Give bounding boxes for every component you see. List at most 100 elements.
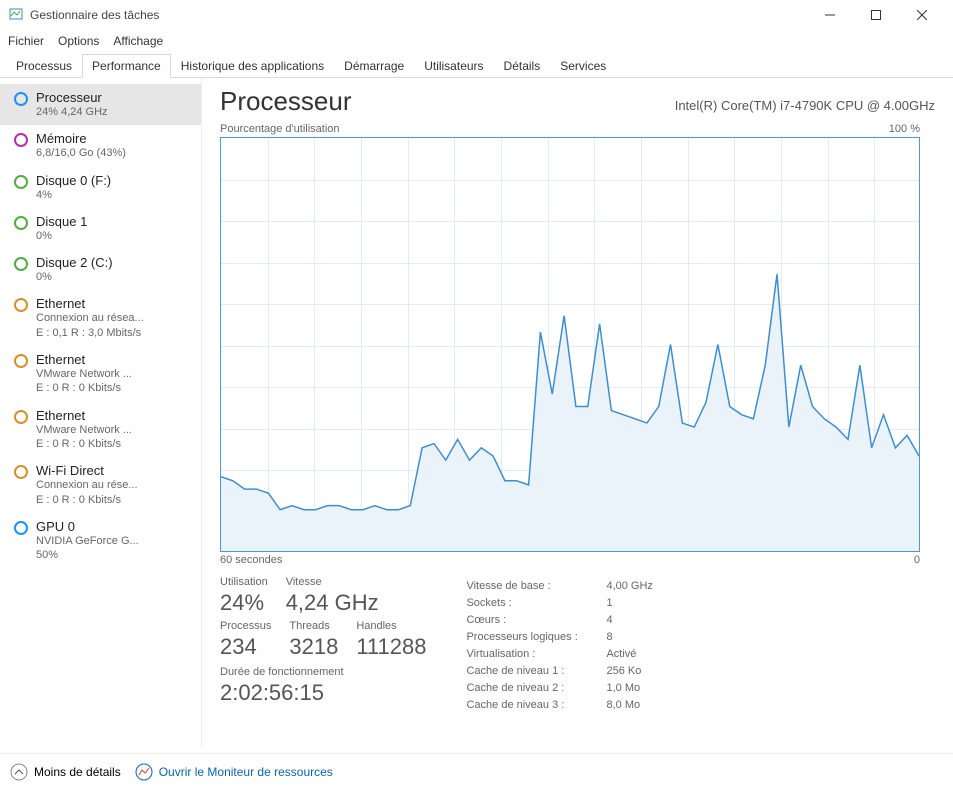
sidebar-item-title: Disque 0 (F:) — [36, 173, 193, 188]
tab-services[interactable]: Services — [550, 54, 616, 78]
stat-threads-label: Threads — [289, 620, 338, 632]
chart-label-bottom-right: 0 — [914, 554, 920, 566]
sidebar-item-sub1: 4% — [36, 188, 193, 202]
menubar: Fichier Options Affichage — [0, 30, 953, 52]
detail-logical-val: 8 — [606, 629, 612, 646]
detail-l1-val: 256 Ko — [606, 663, 641, 680]
menu-view[interactable]: Affichage — [113, 34, 163, 48]
detail-l1-key: Cache de niveau 1 : — [466, 663, 606, 680]
sidebar-item[interactable]: Disque 0 (F:) 4% — [0, 167, 201, 208]
open-resmon-label: Ouvrir le Moniteur de ressources — [159, 765, 333, 779]
ring-icon — [12, 90, 30, 108]
detail-virt-val: Activé — [606, 646, 636, 663]
chart-label-bottom-left: 60 secondes — [220, 554, 282, 566]
stat-threads-value: 3218 — [289, 634, 338, 660]
stats-primary: Utilisation24% Vitesse4,24 GHz Processus… — [220, 576, 426, 714]
detail-logical-key: Processeurs logiques : — [466, 629, 606, 646]
sidebar-item-sub1: Connexion au rése... — [36, 478, 193, 492]
ring-icon — [12, 131, 30, 149]
sidebar-item-sub1: VMware Network ... — [36, 423, 193, 437]
page-title: Processeur — [220, 86, 352, 117]
stat-utilisation-label: Utilisation — [220, 576, 268, 588]
maximize-button[interactable] — [853, 0, 899, 30]
ring-icon — [12, 352, 30, 370]
window-title: Gestionnaire des tâches — [30, 8, 159, 22]
chart-label-top-right: 100 % — [889, 123, 920, 135]
sidebar-item-title: Wi-Fi Direct — [36, 463, 193, 478]
sidebar-item-sub1: 6,8/16,0 Go (43%) — [36, 146, 193, 160]
stat-uptime-label: Durée de fonctionnement — [220, 666, 426, 678]
sidebar-item-sub2: E : 0,1 R : 3,0 Mbits/s — [36, 326, 193, 340]
sidebar-item-sub2: E : 0 R : 0 Kbits/s — [36, 437, 193, 451]
app-icon — [8, 7, 24, 23]
tabs: Processus Performance Historique des app… — [0, 52, 953, 78]
sidebar-item-sub1: Connexion au résea... — [36, 311, 193, 325]
minimize-button[interactable] — [807, 0, 853, 30]
ring-icon — [12, 519, 30, 537]
stat-utilisation-value: 24% — [220, 590, 268, 616]
sidebar-item-sub1: 0% — [36, 270, 193, 284]
sidebar-item[interactable]: Ethernet VMware Network ... E : 0 R : 0 … — [0, 402, 201, 458]
sidebar-item-sub2: E : 0 R : 0 Kbits/s — [36, 493, 193, 507]
sidebar-item-title: Mémoire — [36, 131, 193, 146]
chart-label-top-left: Pourcentage d'utilisation — [220, 123, 340, 135]
ring-icon — [12, 296, 30, 314]
detail-l2-val: 1,0 Mo — [606, 680, 640, 697]
sidebar-item[interactable]: Disque 1 0% — [0, 208, 201, 249]
sidebar-item-title: Ethernet — [36, 352, 193, 367]
close-button[interactable] — [899, 0, 945, 30]
stat-speed-label: Vitesse — [286, 576, 379, 588]
sidebar-item[interactable]: Processeur 24% 4,24 GHz — [0, 84, 201, 125]
fewer-details-button[interactable]: Moins de détails — [10, 763, 121, 781]
sidebar-item[interactable]: Mémoire 6,8/16,0 Go (43%) — [0, 125, 201, 166]
ring-icon — [12, 255, 30, 273]
sidebar-item-sub1: NVIDIA GeForce G... — [36, 534, 193, 548]
detail-l3-key: Cache de niveau 3 : — [466, 697, 606, 714]
chevron-up-icon — [10, 763, 28, 781]
tab-app-history[interactable]: Historique des applications — [171, 54, 334, 78]
sidebar-item[interactable]: Wi-Fi Direct Connexion au rése... E : 0 … — [0, 457, 201, 513]
stats-secondary: Vitesse de base :4,00 GHz Sockets :1 Cœu… — [466, 578, 652, 714]
detail-l2-key: Cache de niveau 2 : — [466, 680, 606, 697]
main-panel: Processeur Intel(R) Core(TM) i7-4790K CP… — [202, 78, 953, 748]
cpu-model: Intel(R) Core(TM) i7-4790K CPU @ 4.00GHz — [675, 98, 935, 113]
stat-processes-label: Processus — [220, 620, 271, 632]
sidebar-item[interactable]: GPU 0 NVIDIA GeForce G... 50% — [0, 513, 201, 569]
resmon-icon — [135, 763, 153, 781]
open-resmon-link[interactable]: Ouvrir le Moniteur de ressources — [135, 763, 333, 781]
sidebar-item-title: Ethernet — [36, 296, 193, 311]
tab-details[interactable]: Détails — [494, 54, 551, 78]
detail-cores-key: Cœurs : — [466, 612, 606, 629]
sidebar-item-title: GPU 0 — [36, 519, 193, 534]
sidebar-item[interactable]: Disque 2 (C:) 0% — [0, 249, 201, 290]
sidebar-item[interactable]: Ethernet Connexion au résea... E : 0,1 R… — [0, 290, 201, 346]
sidebar-item-title: Ethernet — [36, 408, 193, 423]
detail-virt-key: Virtualisation : — [466, 646, 606, 663]
sidebar-item-title: Disque 1 — [36, 214, 193, 229]
tab-performance[interactable]: Performance — [82, 54, 171, 78]
stat-handles-label: Handles — [356, 620, 426, 632]
fewer-details-label: Moins de détails — [34, 765, 121, 779]
sidebar-item-sub2: E : 0 R : 0 Kbits/s — [36, 381, 193, 395]
tab-processes[interactable]: Processus — [6, 54, 82, 78]
tab-users[interactable]: Utilisateurs — [414, 54, 493, 78]
stat-handles-value: 111288 — [356, 634, 426, 660]
detail-base-key: Vitesse de base : — [466, 578, 606, 595]
sidebar-item-sub1: 0% — [36, 229, 193, 243]
detail-cores-val: 4 — [606, 612, 612, 629]
sidebar-item[interactable]: Ethernet VMware Network ... E : 0 R : 0 … — [0, 346, 201, 402]
menu-file[interactable]: Fichier — [8, 34, 44, 48]
menu-options[interactable]: Options — [58, 34, 99, 48]
sidebar-item-sub1: 24% 4,24 GHz — [36, 105, 193, 119]
detail-sockets-key: Sockets : — [466, 595, 606, 612]
sidebar-item-sub1: VMware Network ... — [36, 367, 193, 381]
detail-l3-val: 8,0 Mo — [606, 697, 640, 714]
ring-icon — [12, 463, 30, 481]
sidebar-item-sub2: 50% — [36, 548, 193, 562]
tab-startup[interactable]: Démarrage — [334, 54, 414, 78]
stat-processes-value: 234 — [220, 634, 271, 660]
ring-icon — [12, 173, 30, 191]
cpu-chart — [220, 137, 920, 552]
detail-sockets-val: 1 — [606, 595, 612, 612]
stat-uptime-value: 2:02:56:15 — [220, 680, 426, 706]
